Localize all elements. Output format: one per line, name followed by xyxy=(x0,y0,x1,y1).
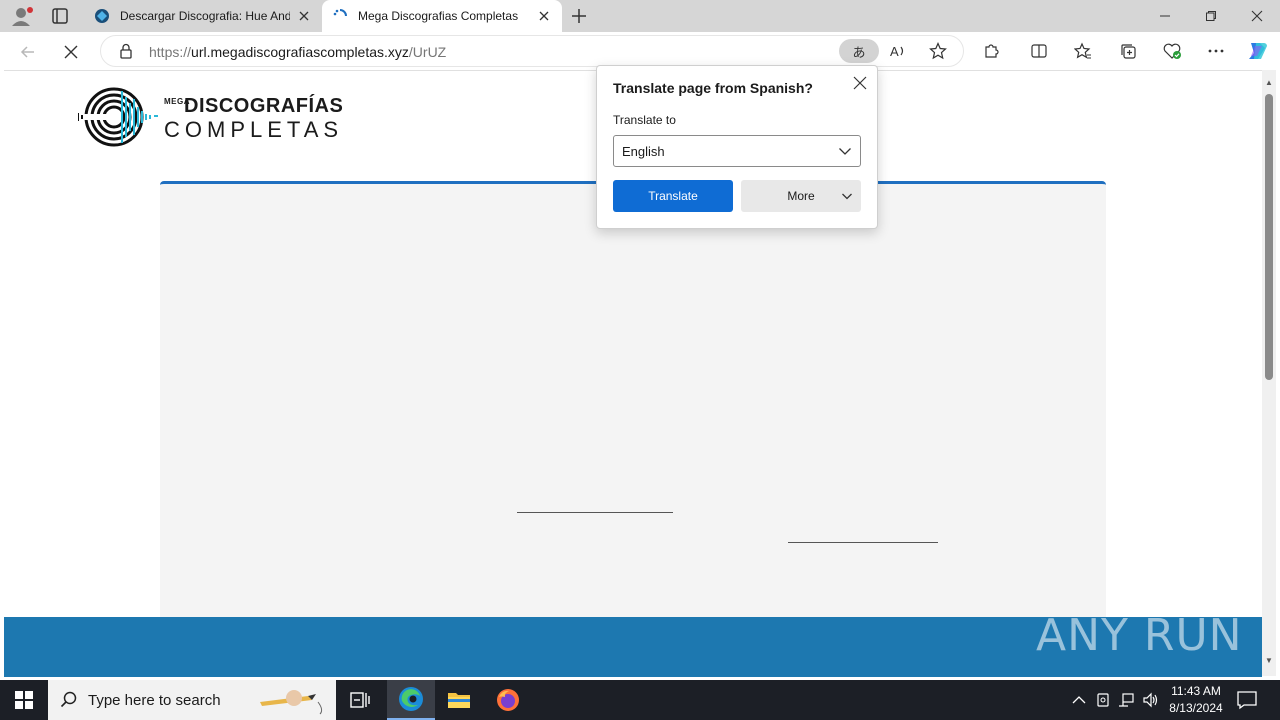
notification-center-icon[interactable] xyxy=(1236,690,1258,710)
translate-button[interactable]: Translate xyxy=(613,180,733,212)
address-bar[interactable]: https://url.megadiscografiascompletas.xy… xyxy=(100,35,964,67)
site-logo[interactable]: MEGA DISCOGRAFÍAS COMPLETAS xyxy=(78,85,343,149)
browser-essentials-icon[interactable] xyxy=(1161,40,1183,62)
edge-taskbar-icon[interactable] xyxy=(387,680,435,720)
file-explorer-icon[interactable] xyxy=(435,680,483,720)
clock-date: 8/13/2024 xyxy=(1169,701,1223,715)
close-popup-icon[interactable] xyxy=(851,74,869,92)
show-hidden-icons-chevron-up-icon[interactable] xyxy=(1069,690,1089,710)
more-button-label: More xyxy=(787,189,815,203)
url-path: /UrUZ xyxy=(408,44,447,60)
url-text[interactable]: https://url.megadiscografiascompletas.xy… xyxy=(149,44,446,60)
more-button[interactable]: More xyxy=(741,180,861,212)
new-tab-icon[interactable] xyxy=(568,5,590,27)
close-window-icon[interactable] xyxy=(1234,0,1280,32)
divider-line xyxy=(788,542,938,543)
translate-icon[interactable]: あ xyxy=(839,39,879,63)
system-clock[interactable]: 11:43 AM 8/13/2024 xyxy=(1160,683,1232,717)
logo-title-line1: DISCOGRAFÍAS xyxy=(184,95,344,117)
search-highlight-pencil-icon xyxy=(258,684,332,716)
lock-icon[interactable] xyxy=(119,43,133,62)
url-host: url.megadiscografiascompletas.xyz xyxy=(191,44,409,60)
logo-title-line2: COMPLETAS xyxy=(164,117,344,142)
loading-spinner-icon xyxy=(332,8,348,24)
read-aloud-icon[interactable]: A xyxy=(887,40,909,62)
split-screen-icon[interactable] xyxy=(1028,40,1050,62)
copilot-icon[interactable] xyxy=(1245,40,1271,62)
site-favicon-icon xyxy=(94,8,110,24)
windows-start-icon[interactable] xyxy=(0,680,48,720)
scroll-down-arrow-icon[interactable]: ▼ xyxy=(1265,656,1273,665)
tab-strip: Descargar Discografia: Hue And Cry Mega … xyxy=(0,0,1280,32)
svg-text:A: A xyxy=(890,44,899,59)
content-panel xyxy=(160,181,1106,621)
search-placeholder: Type here to search xyxy=(88,692,221,709)
scroll-up-arrow-icon[interactable]: ▲ xyxy=(1265,78,1273,87)
language-select[interactable]: English xyxy=(613,135,861,167)
clock-time: 11:43 AM xyxy=(1171,684,1221,698)
vinyl-waveform-logo-icon xyxy=(78,87,158,147)
translate-popup: Translate page from Spanish? Translate t… xyxy=(596,65,878,229)
scrollbar-thumb[interactable] xyxy=(1265,94,1273,380)
tab-title: Descargar Discografia: Hue And Cry xyxy=(120,9,290,23)
add-favorite-star-icon[interactable] xyxy=(927,40,949,62)
close-tab-icon[interactable] xyxy=(296,8,312,24)
translate-popup-title: Translate page from Spanish? xyxy=(613,80,813,96)
firefox-icon[interactable] xyxy=(484,680,532,720)
minimize-icon[interactable] xyxy=(1142,0,1188,32)
favorites-icon[interactable] xyxy=(1072,40,1094,62)
extensions-icon[interactable] xyxy=(980,40,1002,62)
tab-actions-icon[interactable] xyxy=(48,4,72,28)
stop-loading-icon[interactable] xyxy=(58,39,84,65)
translate-to-label: Translate to xyxy=(613,113,676,127)
task-view-icon[interactable] xyxy=(336,680,384,720)
search-icon xyxy=(60,691,78,709)
windows-taskbar: Type here to search 11:43 AM 8/13/2024 xyxy=(0,680,1280,720)
anyrun-watermark: ANY RUN xyxy=(1036,610,1243,661)
device-tray-icon[interactable] xyxy=(1093,690,1113,710)
vertical-scrollbar[interactable]: ▲ ▼ xyxy=(1262,70,1276,676)
tab-title: Mega Discografias Completas xyxy=(358,9,519,23)
collections-icon[interactable] xyxy=(1117,40,1139,62)
chevron-down-icon xyxy=(841,190,853,202)
tab-mega-discografias[interactable]: Mega Discografias Completas xyxy=(322,0,562,32)
restore-icon[interactable] xyxy=(1188,0,1234,32)
settings-more-icon[interactable] xyxy=(1205,40,1227,62)
divider-line xyxy=(517,512,673,513)
network-icon[interactable] xyxy=(1117,690,1137,710)
back-arrow-icon[interactable] xyxy=(15,39,41,65)
selected-language: English xyxy=(622,144,665,159)
tab-descargar-discografia[interactable]: Descargar Discografia: Hue And Cry xyxy=(84,0,322,32)
profile-avatar-icon[interactable] xyxy=(8,4,36,28)
volume-icon[interactable] xyxy=(1141,690,1161,710)
taskbar-search-box[interactable]: Type here to search xyxy=(48,680,336,720)
chevron-down-icon xyxy=(838,144,852,158)
close-tab-icon[interactable] xyxy=(536,8,552,24)
url-scheme: https:// xyxy=(149,44,192,60)
